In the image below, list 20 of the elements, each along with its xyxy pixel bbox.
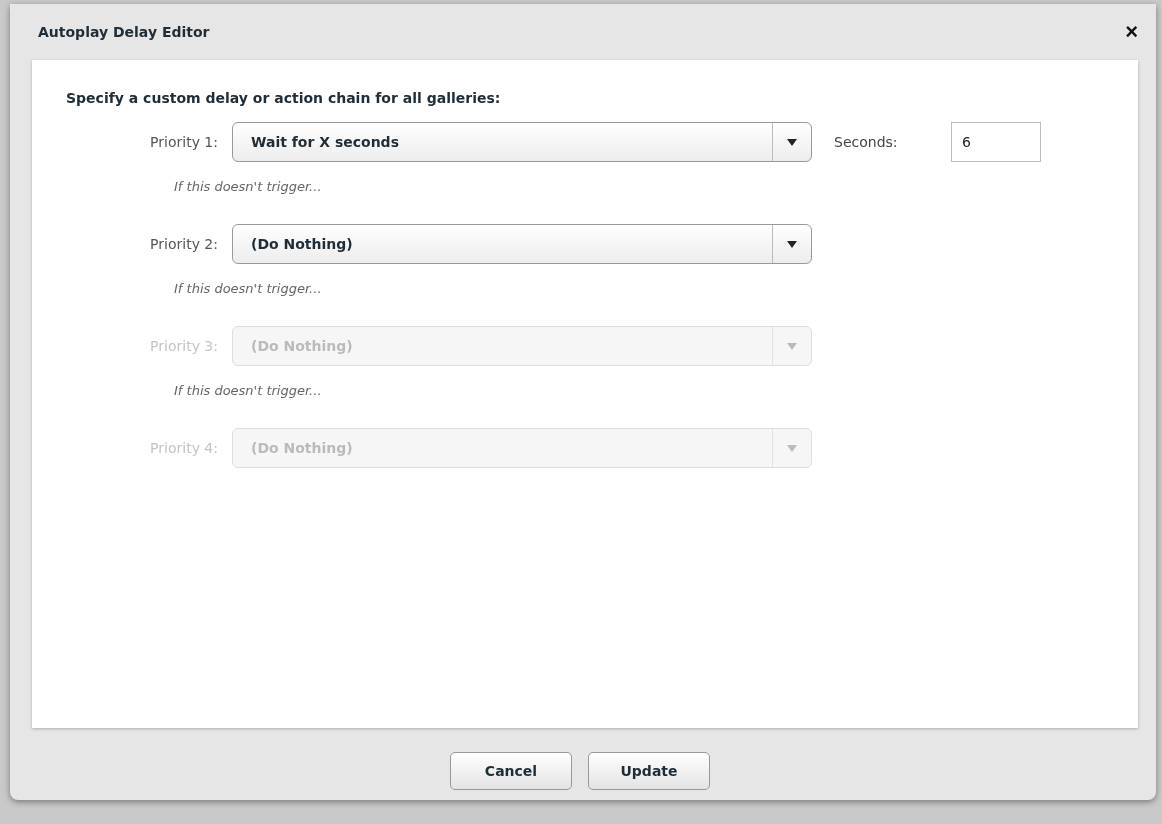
priority-label: Priority 2:: [149, 236, 219, 252]
dialog-button[interactable]: Update: [588, 752, 710, 790]
close-button[interactable]: ×: [1125, 19, 1138, 45]
section-heading: Specify a custom delay or action chain for all galleries:: [66, 90, 502, 106]
seconds-label: Seconds:: [834, 134, 899, 150]
fallback-hint: If this doesn't trigger...: [173, 178, 323, 196]
action-dropdown[interactable]: (Do Nothing): [232, 224, 812, 264]
priority-label: Priority 4:: [149, 440, 219, 456]
fallback-hint: If this doesn't trigger...: [173, 280, 323, 298]
dialog-button[interactable]: Cancel: [450, 752, 572, 790]
seconds-input[interactable]: 6: [951, 122, 1041, 162]
dialog-title: Autoplay Delay Editor: [37, 24, 210, 40]
action-dropdown[interactable]: Wait for X seconds: [232, 122, 812, 162]
caret-icon: [787, 138, 797, 146]
caret-icon: [787, 240, 797, 248]
priority-label: Priority 3:: [149, 338, 219, 354]
caret-icon: [787, 342, 797, 350]
fallback-hint: If this doesn't trigger...: [173, 382, 323, 400]
caret-icon: [787, 444, 797, 452]
priority-label: Priority 1:: [149, 134, 219, 150]
